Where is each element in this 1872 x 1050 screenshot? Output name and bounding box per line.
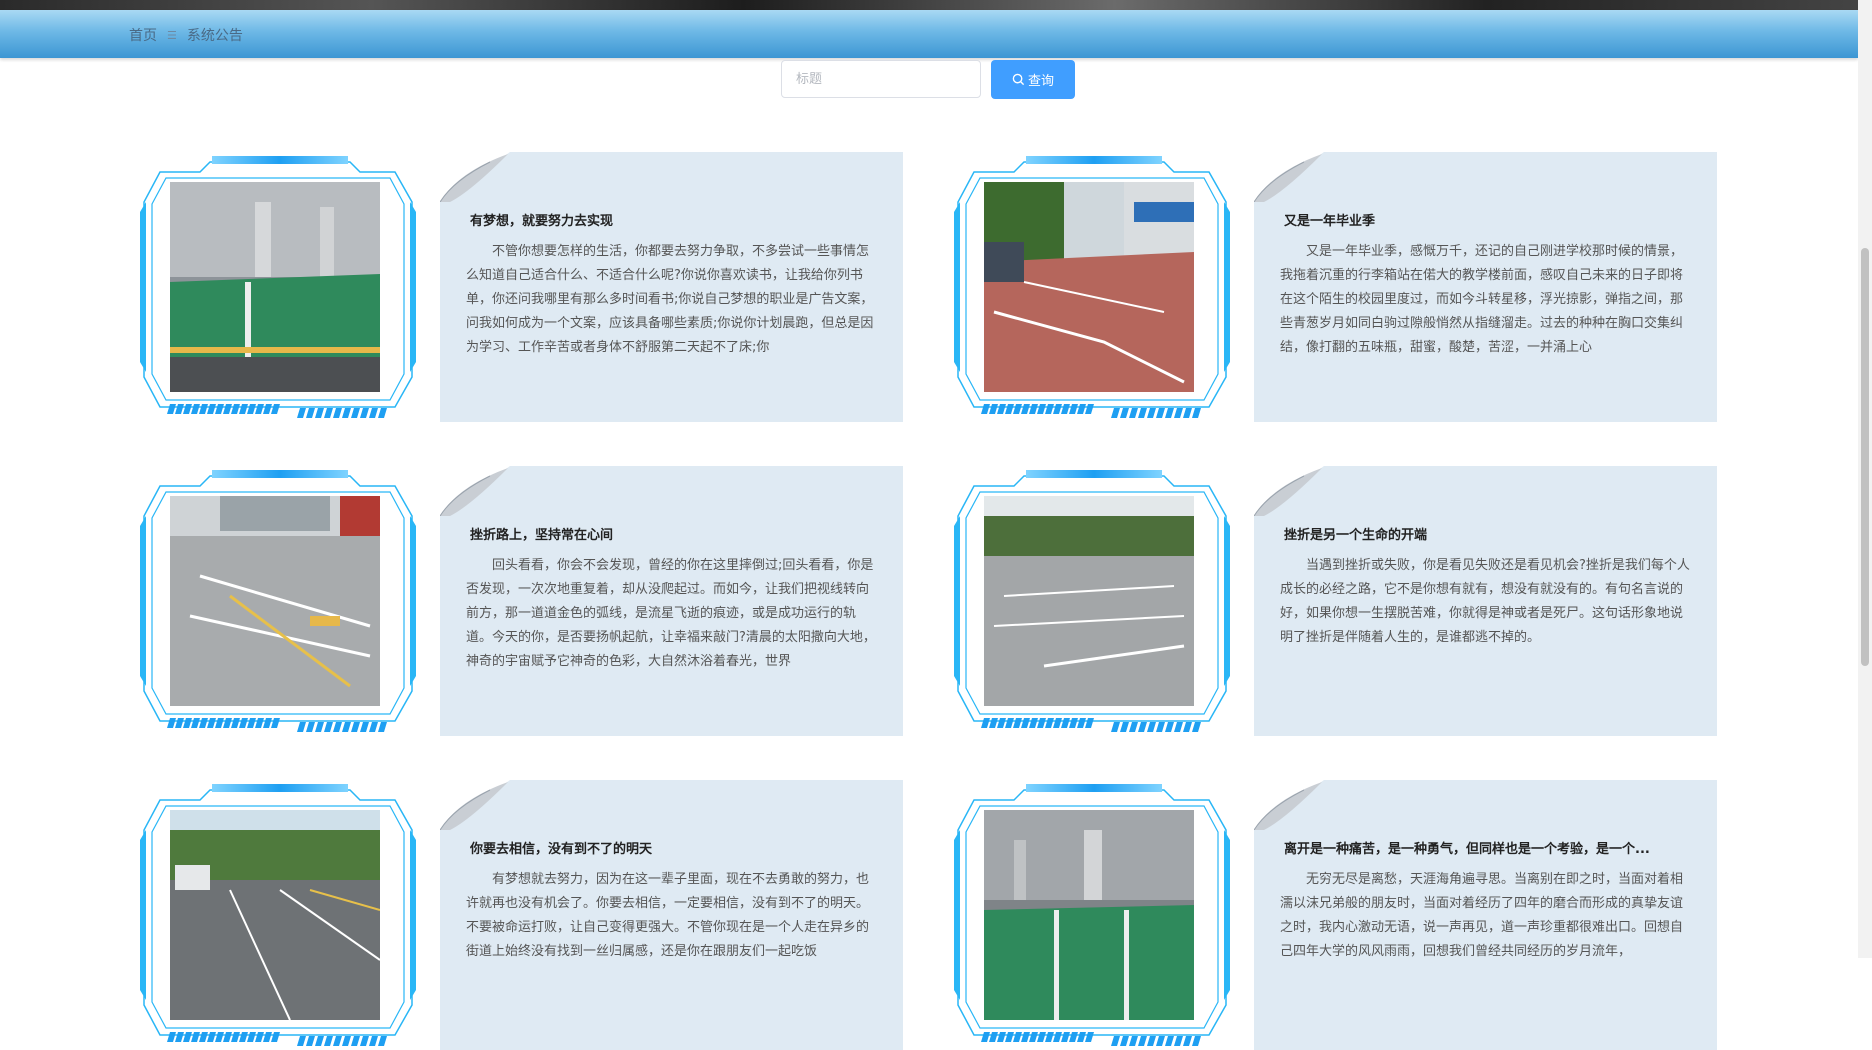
notice-card[interactable]: 离开是一种痛苦，是一种勇气，但同样也是一个考验，是一个... 无穷无尽是离愁，天… <box>954 780 1724 1050</box>
notice-image[interactable] <box>984 182 1194 392</box>
notice-card[interactable]: 挫折是另一个生命的开端 当遇到挫折或失败，你是看见失败还是看见机会?挫折是我们每… <box>954 466 1724 736</box>
notice-text-panel: 有梦想，就要努力去实现 不管你想要怎样的生活，你都要去努力争取，不多尝试一些事情… <box>440 152 903 422</box>
notice-summary: 有梦想就去努力，因为在这一辈子里面，现在不去勇敢的努力，也许就再也没有机会了。你… <box>466 872 870 959</box>
notice-title[interactable]: 离开是一种痛苦，是一种勇气，但同样也是一个考验，是一个... <box>1284 838 1694 857</box>
breadcrumb-bar: 首页 ☰ 系统公告 <box>0 10 1858 58</box>
breadcrumb-current: 系统公告 <box>186 28 243 44</box>
search-button-label: 查询 <box>1027 74 1054 89</box>
notice-text-panel: 挫折路上，坚持常在心间 回头看看，你会不会发现，曾经的你在这里摔倒过;回头看看，… <box>440 466 903 736</box>
notice-title[interactable]: 有梦想，就要努力去实现 <box>470 210 880 229</box>
notice-title[interactable]: 挫折是另一个生命的开端 <box>1284 524 1694 543</box>
notice-image[interactable] <box>984 496 1194 706</box>
notice-summary: 无穷无尽是离愁，天涯海角遍寻思。当离别在即之时，当面对着相濡以沫兄弟般的朋友时，… <box>1280 872 1684 959</box>
notice-title[interactable]: 又是一年毕业季 <box>1284 210 1694 229</box>
notice-summary: 不管你想要怎样的生活，你都要去努力争取，不多尝试一些事情怎么知道自己适合什么、不… <box>466 244 874 355</box>
breadcrumb-separator-icon: ☰ <box>167 28 177 42</box>
search-button[interactable]: 查询 <box>991 60 1075 99</box>
notice-image[interactable] <box>170 182 380 392</box>
notice-text-panel: 你要去相信，没有到不了的明天 有梦想就去努力，因为在这一辈子里面，现在不去勇敢的… <box>440 780 903 1050</box>
notice-summary: 当遇到挫折或失败，你是看见失败还是看见机会?挫折是我们每个人成长的必经之路，它不… <box>1280 558 1690 645</box>
notice-card[interactable]: 挫折路上，坚持常在心间 回头看看，你会不会发现，曾经的你在这里摔倒过;回头看看，… <box>140 466 910 736</box>
notice-image[interactable] <box>170 810 380 1020</box>
page-curl-icon <box>1254 152 1324 202</box>
notice-image[interactable] <box>170 496 380 706</box>
page-curl-icon <box>1254 780 1324 830</box>
notice-card[interactable]: 又是一年毕业季 又是一年毕业季，感慨万千，还记的自己刚进学校那时候的情景，我拖着… <box>954 152 1724 422</box>
notice-text-panel: 又是一年毕业季 又是一年毕业季，感慨万千，还记的自己刚进学校那时候的情景，我拖着… <box>1254 152 1717 422</box>
page-curl-icon <box>1254 466 1324 516</box>
title-search-input[interactable] <box>781 60 981 98</box>
notice-summary: 回头看看，你会不会发现，曾经的你在这里摔倒过;回头看看，你是否发现，一次次地重复… <box>466 558 876 669</box>
page-curl-icon <box>440 780 510 830</box>
top-banner-image <box>0 0 1858 10</box>
notice-text-panel: 离开是一种痛苦，是一种勇气，但同样也是一个考验，是一个... 无穷无尽是离愁，天… <box>1254 780 1717 1050</box>
breadcrumb-home-link[interactable]: 首页 <box>129 25 157 45</box>
vertical-scrollbar[interactable] <box>1858 0 1872 958</box>
page-curl-icon <box>440 466 510 516</box>
notice-title[interactable]: 你要去相信，没有到不了的明天 <box>470 838 880 857</box>
notice-card[interactable]: 你要去相信，没有到不了的明天 有梦想就去努力，因为在这一辈子里面，现在不去勇敢的… <box>140 780 910 1050</box>
breadcrumb: 首页 ☰ 系统公告 <box>129 25 243 45</box>
page-curl-icon <box>440 152 510 202</box>
scrollbar-thumb[interactable] <box>1861 248 1869 666</box>
notice-summary: 又是一年毕业季，感慨万千，还记的自己刚进学校那时候的情景，我拖着沉重的行李箱站在… <box>1280 244 1684 355</box>
notice-card[interactable]: 有梦想，就要努力去实现 不管你想要怎样的生活，你都要去努力争取，不多尝试一些事情… <box>140 152 910 422</box>
search-icon <box>1012 73 1025 86</box>
notice-image[interactable] <box>984 810 1194 1020</box>
search-area: 查询 <box>781 60 1075 99</box>
notice-title[interactable]: 挫折路上，坚持常在心间 <box>470 524 880 543</box>
notice-text-panel: 挫折是另一个生命的开端 当遇到挫折或失败，你是看见失败还是看见机会?挫折是我们每… <box>1254 466 1717 736</box>
